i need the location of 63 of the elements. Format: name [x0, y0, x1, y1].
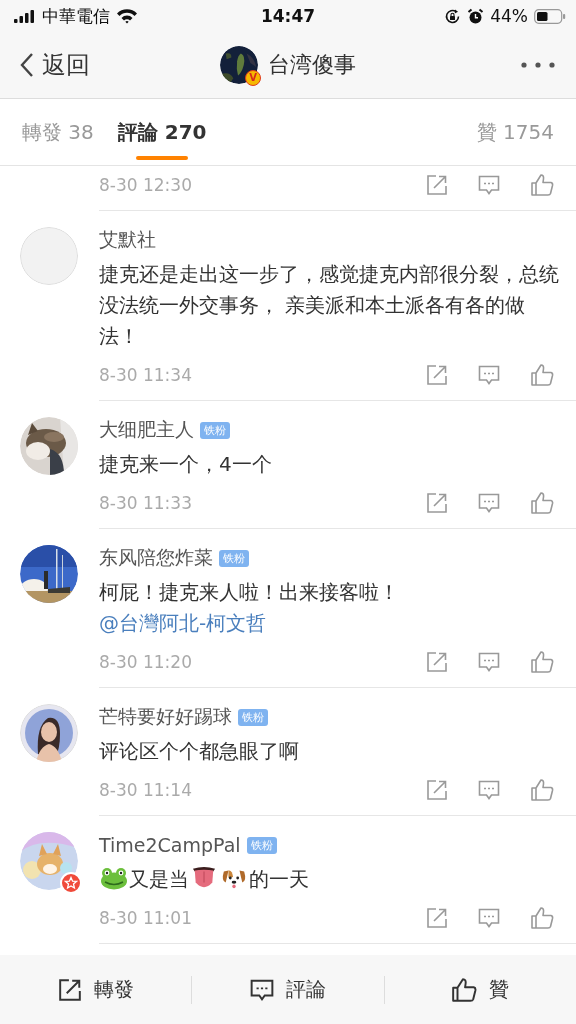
- share-icon: [57, 977, 82, 1002]
- comment-text: 捷克来一个，4一个: [99, 452, 272, 476]
- like-icon[interactable]: [530, 778, 554, 802]
- like-icon[interactable]: [530, 363, 554, 387]
- comment-text: 评论区个个都急眼了啊: [99, 739, 299, 763]
- comment-icon[interactable]: [478, 651, 500, 673]
- tab[interactable]: 評論 270: [117, 104, 207, 160]
- battery-percent: 44%: [490, 6, 528, 26]
- share-icon[interactable]: [426, 492, 448, 514]
- default-avatar: [20, 227, 78, 285]
- user-name[interactable]: 艾默社: [99, 227, 156, 253]
- like-icon[interactable]: [530, 491, 554, 515]
- user-name[interactable]: 东风陪您炸菜: [99, 545, 213, 571]
- share-icon[interactable]: [426, 651, 448, 673]
- comment-text: 柯屁！捷克来人啦！出来接客啦！: [99, 580, 399, 604]
- more-icon: [520, 61, 556, 69]
- verified-badge: V: [245, 70, 261, 86]
- user-name[interactable]: 大细肥主人: [99, 417, 194, 443]
- page-title: 台湾傻事: [268, 51, 356, 79]
- like-icon: [451, 976, 478, 1003]
- user-name[interactable]: Time2CampPal: [99, 834, 241, 856]
- fan-badge: 铁粉: [219, 549, 249, 567]
- share-icon[interactable]: [426, 907, 448, 929]
- battery-icon: [534, 8, 566, 24]
- mention-link[interactable]: @台灣阿北-柯文哲: [99, 611, 267, 635]
- like-button[interactable]: 贊: [384, 975, 576, 1004]
- comment-icon: [250, 977, 274, 1002]
- fan-badge: 铁粉: [238, 708, 268, 726]
- fan-badge: 铁粉: [200, 421, 230, 439]
- comment-time: 8-30 11:33: [99, 493, 192, 513]
- wifi-icon: [116, 8, 138, 24]
- comment-icon[interactable]: [478, 174, 500, 196]
- comment-text: 的一天: [249, 867, 309, 891]
- like-icon[interactable]: [530, 650, 554, 674]
- comment-time: 8-30 11:34: [99, 365, 192, 385]
- share-button[interactable]: 轉發: [0, 975, 192, 1004]
- share-icon[interactable]: [426, 174, 448, 196]
- clock-time: 14:47: [260, 6, 316, 26]
- frog-emoji-icon: [100, 866, 128, 890]
- signal-icon: [14, 9, 36, 23]
- tongue-emoji-icon: [190, 866, 218, 890]
- comment-icon[interactable]: [478, 779, 500, 801]
- like-icon[interactable]: [530, 173, 554, 197]
- comment-button[interactable]: 評論: [192, 975, 384, 1004]
- comment-icon[interactable]: [478, 492, 500, 514]
- comment-time: 8-30 11:20: [99, 652, 192, 672]
- fan-badge: 铁粉: [246, 836, 277, 854]
- rotation-lock-icon: [444, 7, 462, 25]
- carrier-name: 中華電信: [42, 4, 110, 28]
- like-icon[interactable]: [530, 906, 554, 930]
- share-icon[interactable]: [426, 779, 448, 801]
- user-name[interactable]: 芒特要好好踢球: [99, 704, 232, 730]
- comment-text: 又是当: [129, 867, 189, 891]
- comment-time: 8-30 12:30: [99, 175, 192, 195]
- chevron-left-icon: [20, 52, 34, 78]
- comment-time: 8-30 11:14: [99, 780, 192, 800]
- back-button[interactable]: 返回: [16, 49, 94, 81]
- comment-icon[interactable]: [478, 364, 500, 386]
- comment-time: 8-30 11:01: [99, 908, 192, 928]
- comment-text: 捷克还是走出这一步了，感觉捷克内部很分裂，总统没法统一外交事务， 亲美派和本土派各有各的做法！: [99, 262, 559, 348]
- share-icon[interactable]: [426, 364, 448, 386]
- comment-icon[interactable]: [478, 907, 500, 929]
- alarm-icon: [467, 7, 485, 25]
